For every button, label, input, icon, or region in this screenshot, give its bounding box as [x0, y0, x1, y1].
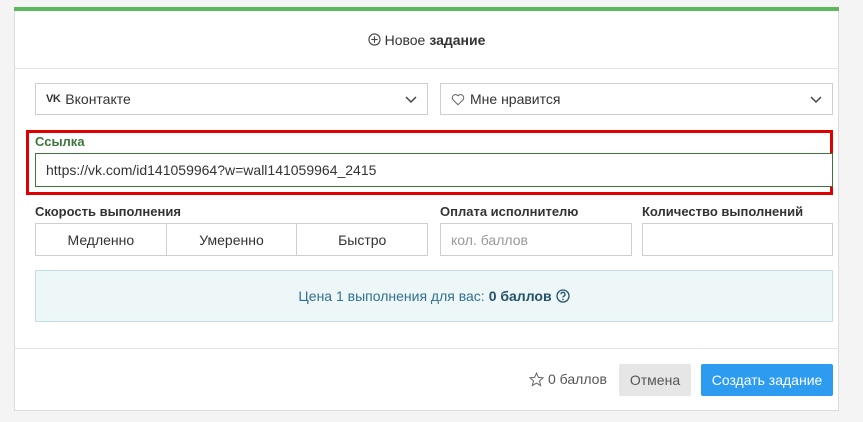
price-text: Цена 1 выполнения для вас: [298, 288, 485, 304]
speed-label: Скорость выполнения [35, 204, 181, 219]
link-input[interactable]: https://vk.com/id141059964?w=wall1410599… [35, 153, 833, 187]
count-input[interactable] [642, 223, 833, 256]
speed-segmented-control: Медленно Умеренно Быстро [35, 223, 428, 256]
price-info-box: Цена 1 выполнения для вас: 0 баллов [35, 270, 833, 322]
header-title-bold: задание [429, 31, 486, 48]
footer-divider [15, 348, 838, 349]
speed-option-slow[interactable]: Медленно [36, 224, 167, 255]
action-select[interactable]: Мне нравится [440, 83, 833, 115]
link-label: Ссылка [35, 134, 85, 149]
network-select[interactable]: VK Вконтакте [35, 83, 428, 115]
action-select-value: Мне нравится [470, 91, 561, 107]
star-icon [529, 371, 544, 387]
card-header: Новое задание [15, 11, 838, 69]
cancel-button[interactable]: Отмена [619, 364, 691, 396]
points-text: 0 баллов [548, 371, 607, 387]
chevron-down-icon [810, 96, 822, 104]
header-title-prefix: Новое [384, 31, 426, 48]
heart-icon [451, 93, 465, 105]
new-task-card: Новое задание VK Вконтакте Мне нравится … [14, 7, 839, 411]
plus-circle-icon [367, 33, 381, 46]
count-label: Количество выполнений [642, 204, 804, 219]
points-balance: 0 баллов [529, 371, 607, 387]
question-circle-icon[interactable] [555, 289, 570, 303]
vk-icon: VK [46, 93, 61, 105]
payment-input[interactable]: кол. баллов [440, 223, 632, 256]
price-value: 0 баллов [488, 288, 552, 304]
speed-option-fast[interactable]: Быстро [297, 224, 427, 255]
chevron-down-icon [405, 96, 417, 104]
network-select-value: Вконтакте [65, 91, 131, 107]
payment-label: Оплата исполнителю [440, 204, 579, 219]
speed-option-medium[interactable]: Умеренно [167, 224, 298, 255]
create-task-button[interactable]: Создать задание [701, 364, 833, 396]
